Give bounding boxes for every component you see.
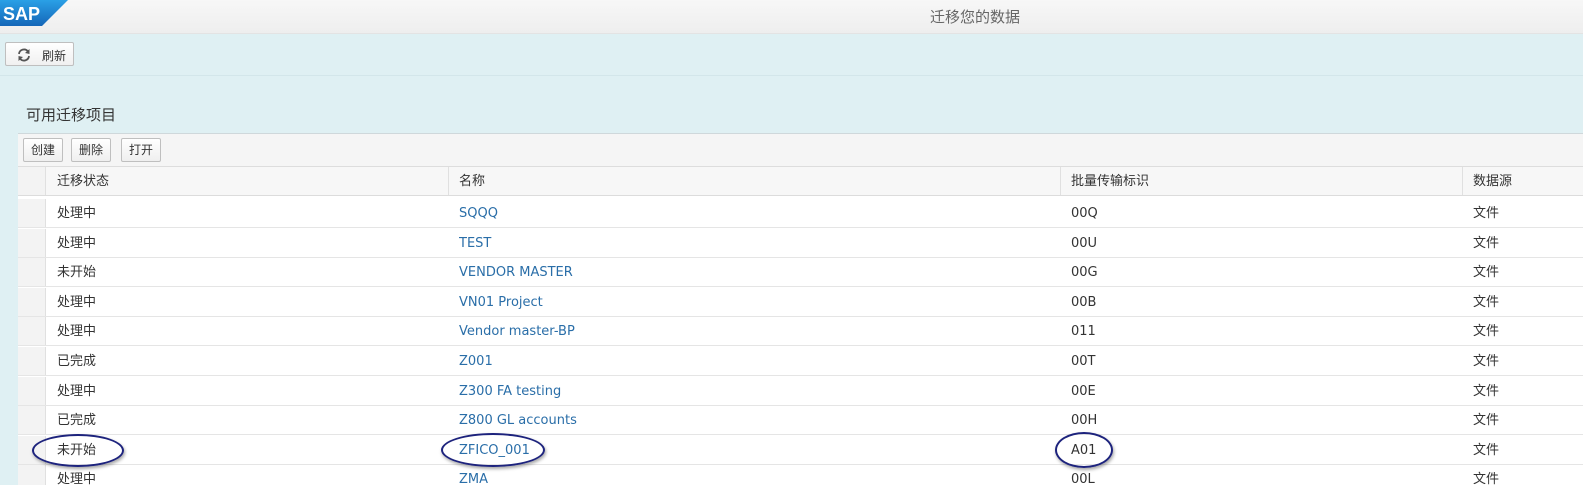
- row-selector[interactable]: [18, 288, 46, 316]
- cell-name-link[interactable]: ZMA: [459, 472, 488, 485]
- row-selector[interactable]: [18, 317, 46, 345]
- row-selector[interactable]: [18, 406, 46, 434]
- column-separator[interactable]: [1462, 167, 1463, 195]
- cell-name: VENDOR MASTER: [459, 258, 1059, 286]
- column-header-name[interactable]: 名称: [459, 167, 1059, 195]
- cell-name: VN01 Project: [459, 288, 1059, 316]
- cell-name: TEST: [459, 229, 1059, 257]
- cell-batch-id: 00L: [1071, 472, 1095, 485]
- table-row[interactable]: 处理中 SQQQ 00Q 文件: [18, 199, 1583, 228]
- sap-logo[interactable]: SAP: [0, 0, 68, 26]
- create-button[interactable]: 创建: [23, 138, 64, 162]
- cell-batch-id: 00E: [1071, 384, 1096, 399]
- cell-source: 文件: [1473, 472, 1500, 485]
- row-selector[interactable]: [18, 436, 46, 464]
- cell-source: 文件: [1473, 443, 1500, 458]
- row-selector[interactable]: [18, 229, 46, 257]
- table-row[interactable]: 未开始 VENDOR MASTER 00G 文件: [18, 258, 1583, 287]
- cell-name-link[interactable]: SQQQ: [459, 206, 498, 221]
- cell-batch-id: 00B: [1071, 295, 1097, 310]
- refresh-label: 刷新: [42, 49, 67, 63]
- column-header-source[interactable]: 数据源: [1473, 167, 1583, 195]
- cell-status: 已完成: [57, 354, 97, 369]
- cell-name-link[interactable]: ZFICO_001: [459, 443, 530, 458]
- cell-name: SQQQ: [459, 199, 1059, 227]
- cell-batch-id: A01: [1071, 443, 1097, 458]
- table-row[interactable]: 处理中 ZMA 00L 文件: [18, 465, 1583, 485]
- row-selector[interactable]: [18, 347, 46, 375]
- cell-name: Vendor master-BP: [459, 317, 1059, 345]
- refresh-icon: [18, 48, 30, 62]
- cell-name: Z300 FA testing: [459, 377, 1059, 405]
- migration-projects-table: 创建 删除 打开 迁移状态 名称 批量传输标识 数据源 处理中 SQQQ 00Q 文件…: [18, 133, 1583, 485]
- cell-status: 处理中: [57, 324, 97, 339]
- table-row[interactable]: 未开始 ZFICO_001 A01 文件: [18, 436, 1583, 465]
- cell-name-link[interactable]: Z300 FA testing: [459, 384, 561, 399]
- cell-status: 处理中: [57, 472, 97, 485]
- cell-source: 文件: [1473, 236, 1500, 251]
- cell-name-link[interactable]: Z001: [459, 354, 493, 369]
- table-row[interactable]: 已完成 Z001 00T 文件: [18, 347, 1583, 376]
- cell-name-link[interactable]: VN01 Project: [459, 295, 543, 310]
- select-all-cell[interactable]: [18, 167, 46, 195]
- table-row[interactable]: 处理中 Vendor master-BP 011 文件: [18, 317, 1583, 346]
- cell-name: Z001: [459, 347, 1059, 375]
- table-header-row: 迁移状态 名称 批量传输标识 数据源: [18, 167, 1583, 196]
- cell-batch-id: 00Q: [1071, 206, 1098, 221]
- cell-name: ZFICO_001: [459, 436, 1059, 464]
- delete-button[interactable]: 删除: [71, 138, 112, 162]
- cell-status: 处理中: [57, 236, 97, 251]
- cell-source: 文件: [1473, 354, 1500, 369]
- row-selector[interactable]: [18, 465, 46, 485]
- sap-logo-text: SAP: [3, 4, 40, 24]
- cell-status: 处理中: [57, 384, 97, 399]
- table-row[interactable]: 处理中 VN01 Project 00B 文件: [18, 288, 1583, 317]
- cell-status: 未开始: [57, 443, 97, 458]
- cell-status: 已完成: [57, 413, 97, 428]
- open-button[interactable]: 打开: [121, 138, 162, 162]
- section-title: 可用迁移项目: [26, 106, 117, 124]
- column-separator[interactable]: [1060, 167, 1061, 195]
- toolbar-divider: [0, 75, 1583, 76]
- cell-source: 文件: [1473, 324, 1500, 339]
- row-selector[interactable]: [18, 377, 46, 405]
- cell-batch-id: 00G: [1071, 265, 1098, 280]
- table-row[interactable]: 处理中 TEST 00U 文件: [18, 229, 1583, 258]
- table-toolbar: 创建 删除 打开: [18, 134, 1583, 167]
- cell-name-link[interactable]: Vendor master-BP: [459, 324, 575, 339]
- cell-name-link[interactable]: TEST: [459, 236, 491, 251]
- page-title: 迁移您的数据: [929, 8, 1020, 26]
- cell-source: 文件: [1473, 265, 1500, 280]
- shell-header: SAP 迁移您的数据: [0, 0, 1583, 34]
- column-separator[interactable]: [448, 167, 449, 195]
- cell-status: 处理中: [57, 206, 97, 221]
- cell-name: Z800 GL accounts: [459, 406, 1059, 434]
- migrate-your-data-app: SAP 迁移您的数据 刷新 可用迁移项目 创建 删除 打开 迁移状态 名称 批量…: [0, 0, 1583, 485]
- cell-source: 文件: [1473, 295, 1500, 310]
- cell-name-link[interactable]: Z800 GL accounts: [459, 413, 577, 428]
- cell-name-link[interactable]: VENDOR MASTER: [459, 265, 573, 280]
- row-selector[interactable]: [18, 199, 46, 227]
- cell-batch-id: 00U: [1071, 236, 1098, 251]
- cell-status: 处理中: [57, 295, 97, 310]
- cell-source: 文件: [1473, 384, 1500, 399]
- cell-source: 文件: [1473, 206, 1500, 221]
- cell-status: 未开始: [57, 265, 97, 280]
- cell-source: 文件: [1473, 413, 1500, 428]
- column-header-batch-id[interactable]: 批量传输标识: [1071, 167, 1461, 195]
- cell-batch-id: 011: [1071, 324, 1096, 339]
- refresh-button[interactable]: 刷新: [5, 42, 74, 66]
- row-selector[interactable]: [18, 258, 46, 286]
- column-header-status[interactable]: 迁移状态: [57, 167, 447, 195]
- table-row[interactable]: 处理中 Z300 FA testing 00E 文件: [18, 377, 1583, 406]
- cell-batch-id: 00H: [1071, 413, 1098, 428]
- cell-batch-id: 00T: [1071, 354, 1096, 369]
- cell-name: ZMA: [459, 465, 1059, 485]
- table-row[interactable]: 已完成 Z800 GL accounts 00H 文件: [18, 406, 1583, 435]
